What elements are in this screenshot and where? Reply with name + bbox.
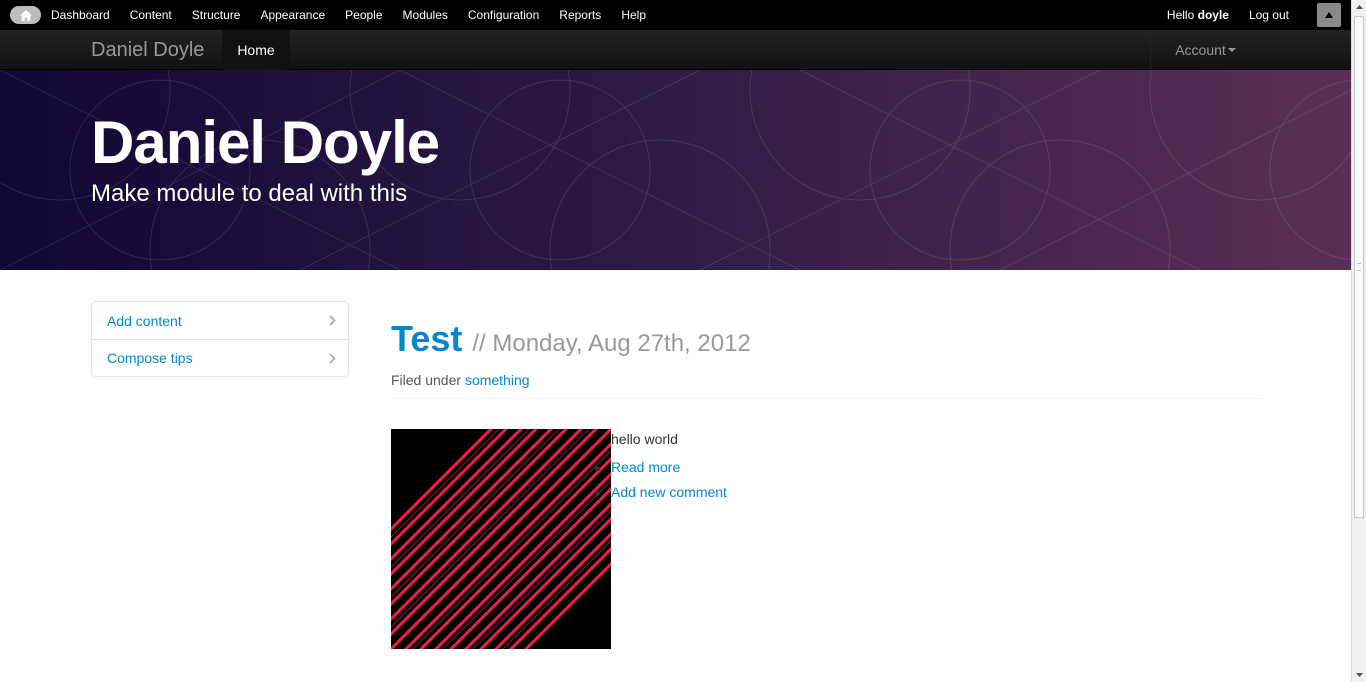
admin-menu-appearance[interactable]: Appearance xyxy=(260,8,325,22)
toolbar-home-button[interactable] xyxy=(10,6,41,24)
navbar-brand[interactable]: Daniel Doyle xyxy=(91,39,204,62)
article-image xyxy=(391,429,611,649)
bullet xyxy=(595,466,600,471)
article-body-row: hello world Read more Add new comment xyxy=(391,429,1261,649)
site-slogan: Make module to deal with this xyxy=(91,180,408,207)
admin-menu-configuration[interactable]: Configuration xyxy=(468,8,539,22)
nav-home-link[interactable]: Home xyxy=(222,30,290,70)
scroll-down-icon xyxy=(1355,673,1363,677)
admin-menu-modules[interactable]: Modules xyxy=(403,8,448,22)
article-body: hello world xyxy=(611,431,678,447)
scroll-down-arrow[interactable] xyxy=(1352,668,1366,682)
article: Test // Monday, Aug 27th, 2012 Filed und… xyxy=(391,318,1261,649)
sidebar-item-add-content[interactable]: Add content xyxy=(92,302,348,339)
admin-menu: Dashboard Content Structure Appearance P… xyxy=(51,8,666,22)
hello-user: Hello doyle xyxy=(1167,8,1229,22)
hero-banner: Daniel Doyle Make module to deal with th… xyxy=(0,70,1351,270)
vertical-scrollbar[interactable] xyxy=(1351,0,1366,682)
admin-user-area: Hello doyle Log out xyxy=(1167,0,1351,30)
read-more-label: Read more xyxy=(611,459,681,475)
read-more-link[interactable]: Read more xyxy=(595,459,727,484)
admin-menu-structure[interactable]: Structure xyxy=(192,8,241,22)
logout-link[interactable]: Log out xyxy=(1249,8,1289,22)
sidebar-item-label: Compose tips xyxy=(107,350,193,366)
article-date: // Monday, Aug 27th, 2012 xyxy=(472,330,751,357)
scroll-up-arrow[interactable] xyxy=(1352,0,1366,14)
admin-menu-help[interactable]: Help xyxy=(621,8,646,22)
sidebar-item-compose-tips[interactable]: Compose tips xyxy=(92,339,348,376)
article-taxonomy: Filed under something xyxy=(391,372,1261,388)
chevron-right-icon xyxy=(329,353,336,364)
sidebar-item-label: Add content xyxy=(107,312,182,329)
page: Dashboard Content Structure Appearance P… xyxy=(0,0,1351,682)
admin-toolbar: Dashboard Content Structure Appearance P… xyxy=(0,0,1351,30)
article-title[interactable]: Test xyxy=(391,318,462,360)
add-comment-label: Add new comment xyxy=(611,484,727,500)
site-title[interactable]: Daniel Doyle xyxy=(91,108,440,177)
article-links: Read more Add new comment xyxy=(595,459,727,509)
caret-down-icon xyxy=(1227,48,1236,52)
shortcut-toggle-button[interactable] xyxy=(1317,3,1341,27)
admin-menu-content[interactable]: Content xyxy=(130,8,172,22)
chevron-right-icon xyxy=(329,315,336,326)
bullet xyxy=(595,491,600,496)
account-label: Account xyxy=(1175,42,1226,58)
hello-prefix: Hello xyxy=(1166,8,1195,22)
scrollbar-thumb[interactable] xyxy=(1354,16,1364,518)
triangle-up-icon xyxy=(1325,12,1333,18)
navbar: Daniel Doyle Home Account xyxy=(0,30,1351,70)
username-link[interactable]: doyle xyxy=(1198,8,1229,22)
taxonomy-term-link[interactable]: something xyxy=(465,372,530,388)
home-icon xyxy=(19,9,32,21)
admin-menu-reports[interactable]: Reports xyxy=(559,8,601,22)
account-dropdown[interactable]: Account xyxy=(1150,30,1260,70)
sidebar-nav: Add content Compose tips xyxy=(91,301,349,377)
rainbow-lines-image xyxy=(391,429,611,649)
admin-menu-people[interactable]: People xyxy=(345,8,382,22)
divider xyxy=(391,398,1261,399)
add-comment-link[interactable]: Add new comment xyxy=(595,484,727,509)
admin-menu-dashboard[interactable]: Dashboard xyxy=(51,8,110,22)
filed-under-label: Filed under xyxy=(391,372,462,388)
article-header: Test // Monday, Aug 27th, 2012 xyxy=(391,318,1261,360)
scroll-up-icon xyxy=(1355,5,1363,9)
scrollbar-grip xyxy=(1357,263,1361,271)
